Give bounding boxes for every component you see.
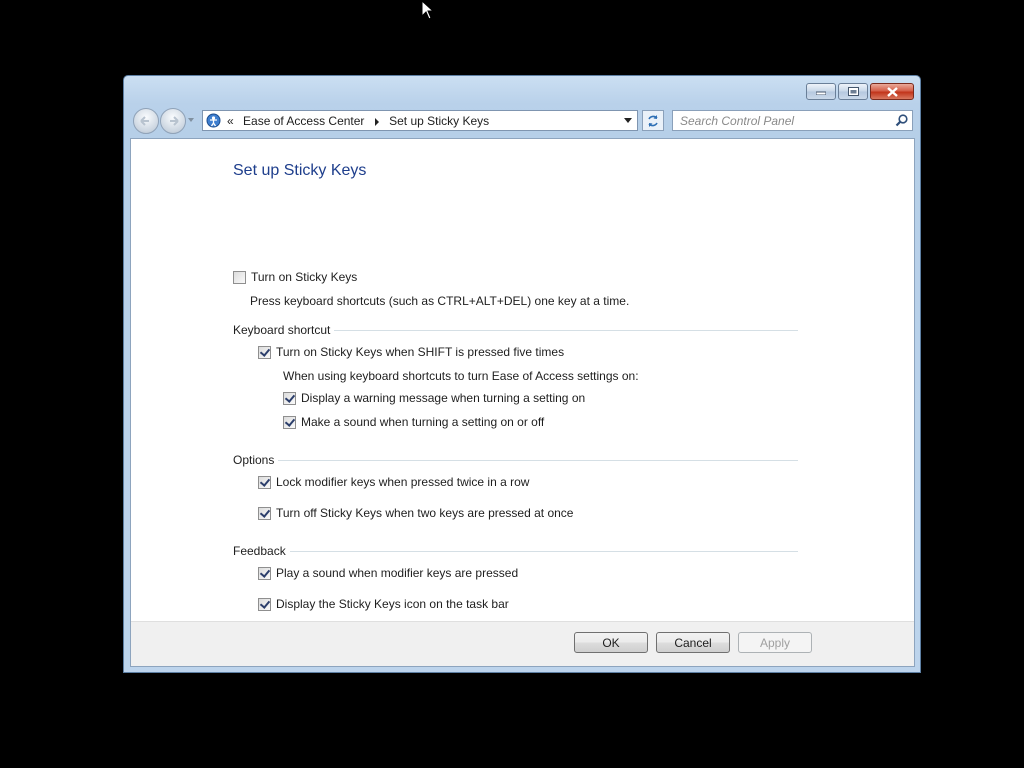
control-panel-window: « Ease of Access Center Set up Sticky Ke… [123,75,921,673]
shift-five-times-checkbox[interactable]: Turn on Sticky Keys when SHIFT is presse… [258,345,564,359]
checkbox-taskbar-icon[interactable] [258,597,271,611]
address-dropdown-button[interactable] [619,111,637,130]
page-title: Set up Sticky Keys [233,162,367,179]
display-warning-checkbox[interactable]: Display a warning message when turning a… [283,391,585,405]
breadcrumb-set-up-sticky-keys[interactable]: Set up Sticky Keys [389,114,489,128]
checkbox-turn-on-sticky-keys[interactable] [233,270,246,284]
checkbox-display-warning[interactable] [283,391,296,405]
lock-modifier-label: Lock modifier keys when pressed twice in… [276,475,530,489]
search-box[interactable] [672,110,913,131]
turn-on-sticky-keys-label: Turn on Sticky Keys [251,270,358,284]
taskbar-icon-checkbox[interactable]: Display the Sticky Keys icon on the task… [258,597,509,611]
recent-pages-dropdown-icon[interactable] [188,118,194,122]
minimize-button[interactable] [806,83,836,100]
breadcrumb-ease-of-access-center[interactable]: Ease of Access Center [243,114,364,128]
forward-arrow-icon [170,116,179,126]
control-panel-icon [206,113,221,128]
options-group: Options [233,453,798,467]
refresh-icon [648,114,658,127]
search-icon[interactable] [895,114,908,127]
minimize-icon [816,91,826,95]
close-icon [886,86,898,97]
play-sound-checkbox[interactable]: Play a sound when modifier keys are pres… [258,566,518,580]
group-divider [334,329,798,331]
mouse-cursor-icon [421,0,435,20]
breadcrumb-separator-icon[interactable] [374,114,383,128]
chevron-down-icon [624,118,632,123]
display-warning-label: Display a warning message when turning a… [301,391,586,405]
search-input[interactable] [673,111,892,130]
options-heading: Options [233,453,275,467]
sticky-keys-description: Press keyboard shortcuts (such as CTRL+A… [250,294,630,308]
make-sound-checkbox[interactable]: Make a sound when turning a setting on o… [283,415,544,429]
group-divider [278,459,798,461]
content-pane: Set up Sticky Keys Turn on Sticky Keys P… [130,138,915,667]
breadcrumb-overflow-chevron[interactable]: « [227,114,234,128]
back-arrow-icon [140,116,149,126]
shift-five-times-label: Turn on Sticky Keys when SHIFT is presse… [276,345,565,359]
forward-button[interactable] [160,108,186,134]
checkbox-turn-off-two-keys[interactable] [258,506,271,520]
feedback-heading: Feedback [233,544,286,558]
turn-on-sticky-keys-checkbox[interactable]: Turn on Sticky Keys [233,270,357,284]
lock-modifier-checkbox[interactable]: Lock modifier keys when pressed twice in… [258,475,529,489]
keyboard-shortcut-group: Keyboard shortcut [233,323,798,337]
dialog-footer: OK Cancel Apply [131,621,914,666]
play-sound-label: Play a sound when modifier keys are pres… [276,566,519,580]
apply-button: Apply [738,632,812,653]
group-divider [289,550,798,552]
keyboard-shortcut-heading: Keyboard shortcut [233,323,331,337]
breadcrumb: « Ease of Access Center Set up Sticky Ke… [227,114,495,128]
checkbox-play-sound[interactable] [258,566,271,580]
checkbox-lock-modifier[interactable] [258,475,271,489]
taskbar-icon-label: Display the Sticky Keys icon on the task… [276,597,509,611]
restore-button[interactable] [838,83,868,100]
shortcut-note: When using keyboard shortcuts to turn Ea… [283,369,639,383]
checkbox-make-sound[interactable] [283,415,296,429]
turn-off-two-keys-label: Turn off Sticky Keys when two keys are p… [276,506,574,520]
address-bar[interactable]: « Ease of Access Center Set up Sticky Ke… [202,110,638,131]
make-sound-label: Make a sound when turning a setting on o… [301,415,545,429]
navigation-bar: « Ease of Access Center Set up Sticky Ke… [131,106,913,134]
caption-buttons [806,83,914,100]
feedback-group: Feedback [233,544,798,558]
restore-icon [847,87,859,96]
checkbox-shift-five-times[interactable] [258,345,271,359]
back-button[interactable] [133,108,159,134]
ok-button[interactable]: OK [574,632,648,653]
close-button[interactable] [870,83,914,100]
turn-off-two-keys-checkbox[interactable]: Turn off Sticky Keys when two keys are p… [258,506,573,520]
cancel-button[interactable]: Cancel [656,632,730,653]
refresh-button[interactable] [642,110,664,131]
